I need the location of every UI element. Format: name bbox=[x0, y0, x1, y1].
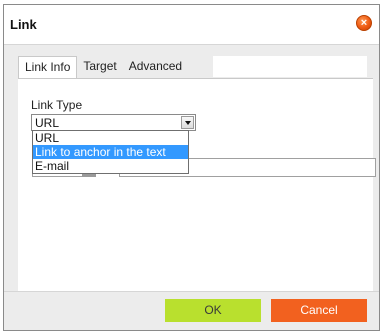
link-type-select[interactable]: URL bbox=[31, 114, 196, 131]
close-button[interactable]: × bbox=[356, 15, 372, 31]
link-dialog: Link × Link Info Target Advanced Link Ty… bbox=[3, 4, 380, 331]
tab-target[interactable]: Target bbox=[77, 56, 122, 78]
tab-bar-background bbox=[213, 56, 367, 77]
dialog-footer: OK Cancel bbox=[4, 291, 379, 330]
ok-button[interactable]: OK bbox=[165, 299, 261, 322]
option-url[interactable]: URL bbox=[33, 131, 188, 145]
cancel-button[interactable]: Cancel bbox=[271, 299, 367, 322]
link-type-value: URL bbox=[35, 116, 60, 130]
link-type-dropdown: URL Link to anchor in the text E-mail bbox=[32, 130, 189, 174]
dialog-titlebar[interactable]: Link × bbox=[4, 5, 379, 45]
option-anchor[interactable]: Link to anchor in the text bbox=[33, 145, 188, 159]
tab-bar: Link Info Target Advanced bbox=[18, 56, 188, 79]
chevron-down-icon[interactable] bbox=[181, 116, 194, 129]
link-info-panel: Link Type URL bbox=[18, 78, 376, 291]
link-type-label: Link Type bbox=[31, 98, 83, 112]
option-email[interactable]: E-mail bbox=[33, 159, 188, 173]
dialog-title: Link bbox=[10, 17, 37, 32]
tab-link-info[interactable]: Link Info bbox=[18, 56, 78, 79]
close-icon: × bbox=[360, 17, 368, 29]
tab-advanced[interactable]: Advanced bbox=[123, 56, 188, 78]
